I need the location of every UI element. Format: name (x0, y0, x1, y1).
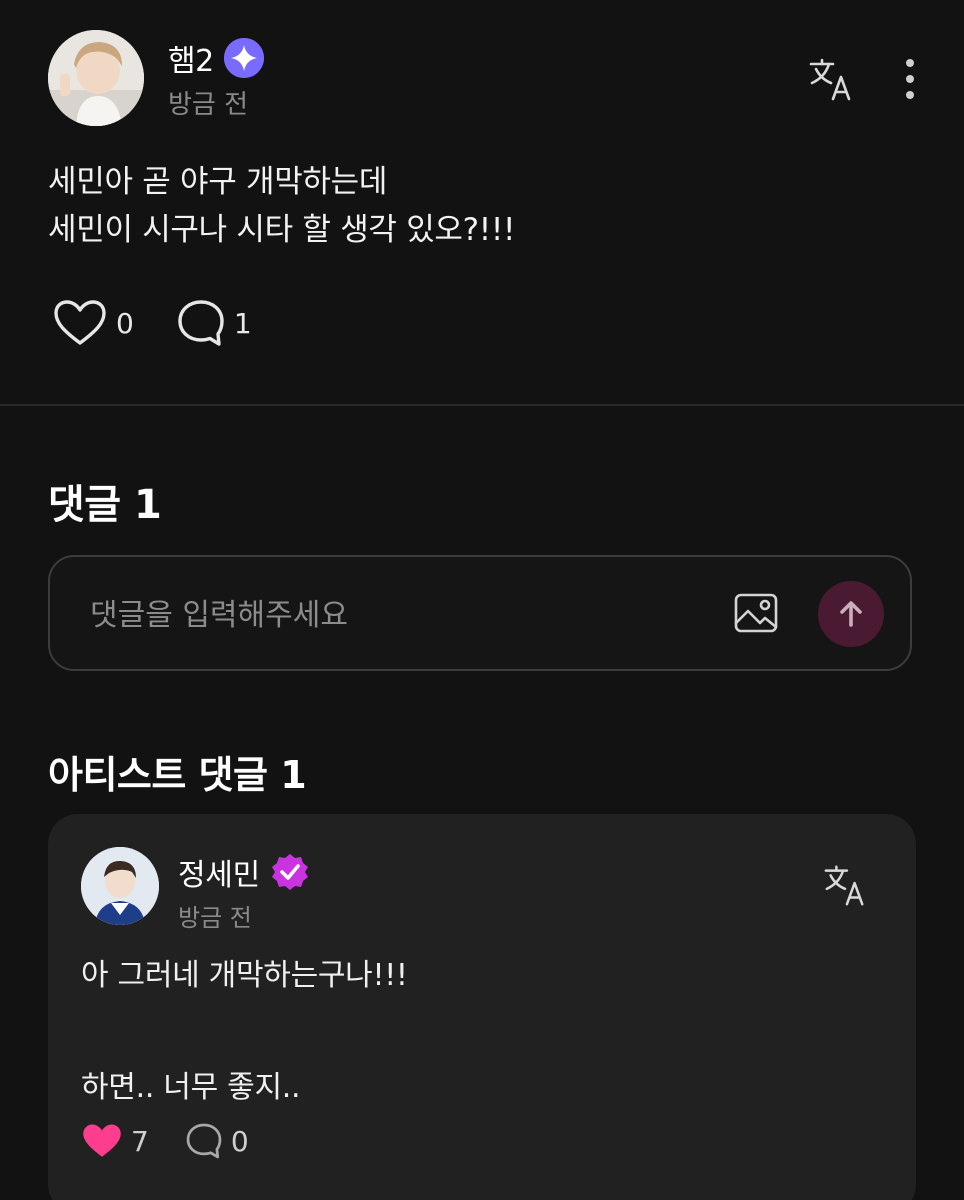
verified-badge-icon (271, 854, 308, 890)
comment-input[interactable] (88, 585, 692, 645)
artist-comment-line (81, 1004, 408, 1060)
translate-icon[interactable] (822, 862, 868, 908)
artist-comment-reactions: 7 0 (81, 1122, 249, 1160)
comment-count: 1 (233, 306, 252, 340)
translate-icon[interactable] (806, 54, 856, 104)
post-timestamp: 방금 전 (168, 90, 249, 120)
artist-comment-timestamp: 방금 전 (178, 904, 252, 932)
comment-button[interactable]: 1 (176, 298, 252, 348)
comment-bubble-icon (186, 1123, 222, 1159)
author-avatar[interactable] (48, 30, 144, 126)
artist-comment-line: 하면.. 너무 좋지.. (81, 1070, 301, 1105)
post-detail-page: 햄2 방금 전 세민아 곧 야구 개막하는데 세민이 시구나 시타 할 생각 있… (0, 0, 964, 1200)
comment-bubble-icon (178, 300, 224, 346)
post-header-actions (806, 54, 924, 104)
author-info: 햄2 방금 전 (168, 38, 264, 121)
comment-composer (48, 555, 912, 671)
artist-name[interactable]: 정세민 (178, 850, 260, 894)
sparkle-badge-icon (223, 38, 264, 78)
post-body-line: 세민이 시구나 시타 할 생각 있오?!!! (48, 212, 516, 248)
more-vertical-icon[interactable] (896, 54, 924, 104)
artist-comment-card: 정세민 방금 전 아 그러네 개막하는구나!!! 하면.. 너무 좋지.. 7 … (48, 814, 916, 1200)
section-divider (0, 404, 964, 406)
artist-like-count: 7 (131, 1124, 149, 1158)
arrow-up-icon (840, 601, 862, 627)
artist-reply-button[interactable]: 0 (185, 1122, 249, 1160)
post-header: 햄2 방금 전 (48, 30, 924, 130)
heart-filled-icon (83, 1124, 121, 1157)
like-button[interactable]: 0 (52, 298, 134, 348)
send-button[interactable] (818, 581, 884, 647)
image-icon[interactable] (732, 589, 780, 637)
author-name[interactable]: 햄2 (168, 36, 214, 80)
artist-comments-heading: 아티스트 댓글 1 (48, 753, 307, 797)
like-count: 0 (116, 306, 134, 340)
post-content: 세민아 곧 야구 개막하는데 세민이 시구나 시타 할 생각 있오?!!! (48, 158, 515, 254)
artist-avatar[interactable] (81, 847, 159, 925)
comments-heading: 댓글 1 (48, 482, 162, 528)
artist-reply-count: 0 (230, 1124, 249, 1158)
artist-like-button[interactable]: 7 (81, 1122, 149, 1160)
artist-comment-content: 아 그러네 개막하는구나!!! 하면.. 너무 좋지.. (81, 948, 408, 1116)
artist-author-info: 정세민 방금 전 (178, 850, 310, 933)
post-reactions: 0 1 (52, 298, 252, 348)
heart-outline-icon (54, 300, 106, 345)
artist-comment-line: 아 그러네 개막하는구나!!! (81, 958, 408, 993)
post-body-line: 세민아 곧 야구 개막하는데 (48, 164, 388, 200)
